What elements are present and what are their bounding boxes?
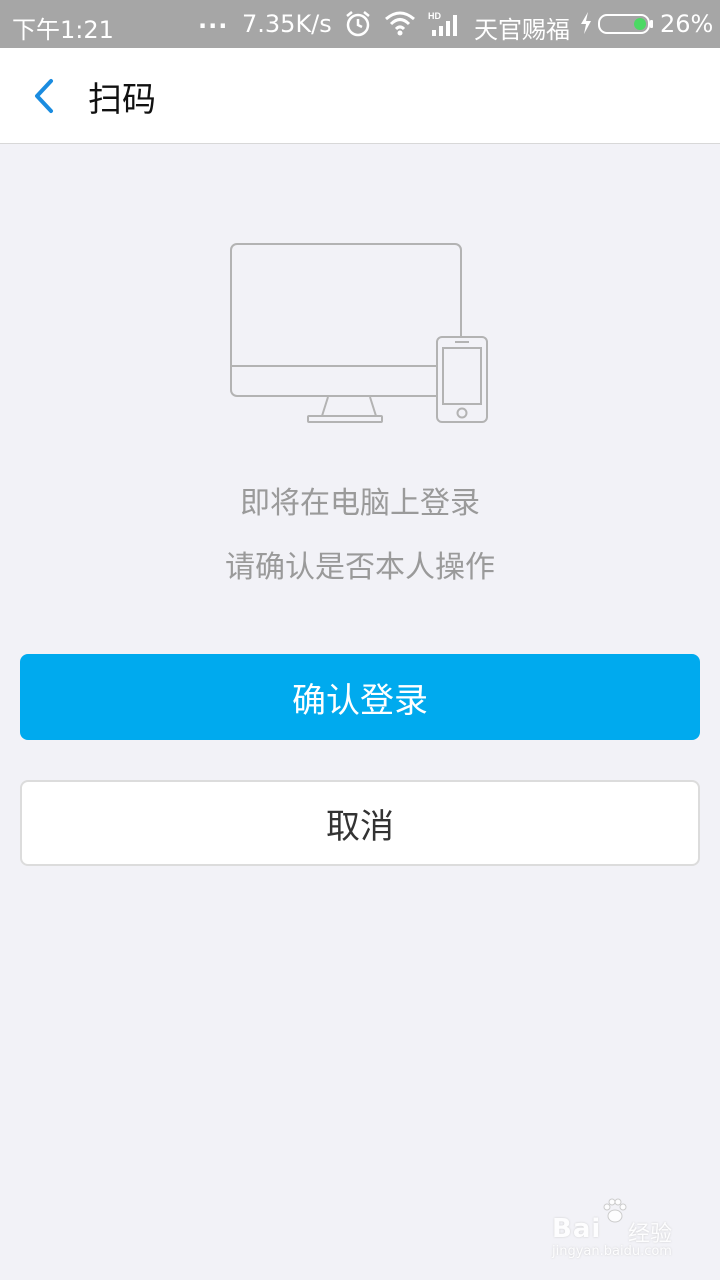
hd-signal-icon: HD [428,11,457,36]
alarm-icon [346,11,370,37]
svg-text:HD: HD [428,11,441,21]
app-header: 扫码 [0,48,720,144]
status-battery-percent: 26% [660,10,714,38]
watermark-url: jingyan.baidu.com [552,1244,672,1259]
confirm-login-button[interactable]: 确认登录 [20,654,700,740]
login-illustration [230,243,488,423]
cancel-button[interactable]: 取消 [20,780,700,866]
watermark-brand: Bai [552,1214,602,1244]
status-more-dots: ... [198,6,229,34]
monitor-icon [230,243,462,423]
confirm-prompt: 请确认是否本人操作 [225,550,495,585]
login-prompt: 即将在电脑上登录 [240,486,480,521]
phone-icon [436,336,488,423]
wifi-icon [385,11,415,36]
chevron-left-icon [35,79,53,113]
status-carrier: 天官赐福 [474,16,570,44]
baidu-jingyan-watermark: Bai 经验 jingyan.baidu.com [548,1196,698,1266]
status-bar: 下午1:21 ... 7.35K/s HD 天官赐福 26% [0,0,720,48]
cancel-label: 取消 [326,806,394,847]
status-network-speed: 7.35K/s [242,10,332,38]
status-time: 下午1:21 [12,16,114,44]
paw-icon [603,1198,627,1223]
page-title: 扫码 [88,80,156,120]
charging-icon [581,12,591,34]
back-button[interactable] [20,68,68,124]
battery-icon [598,14,653,34]
confirm-login-label: 确认登录 [292,680,428,721]
